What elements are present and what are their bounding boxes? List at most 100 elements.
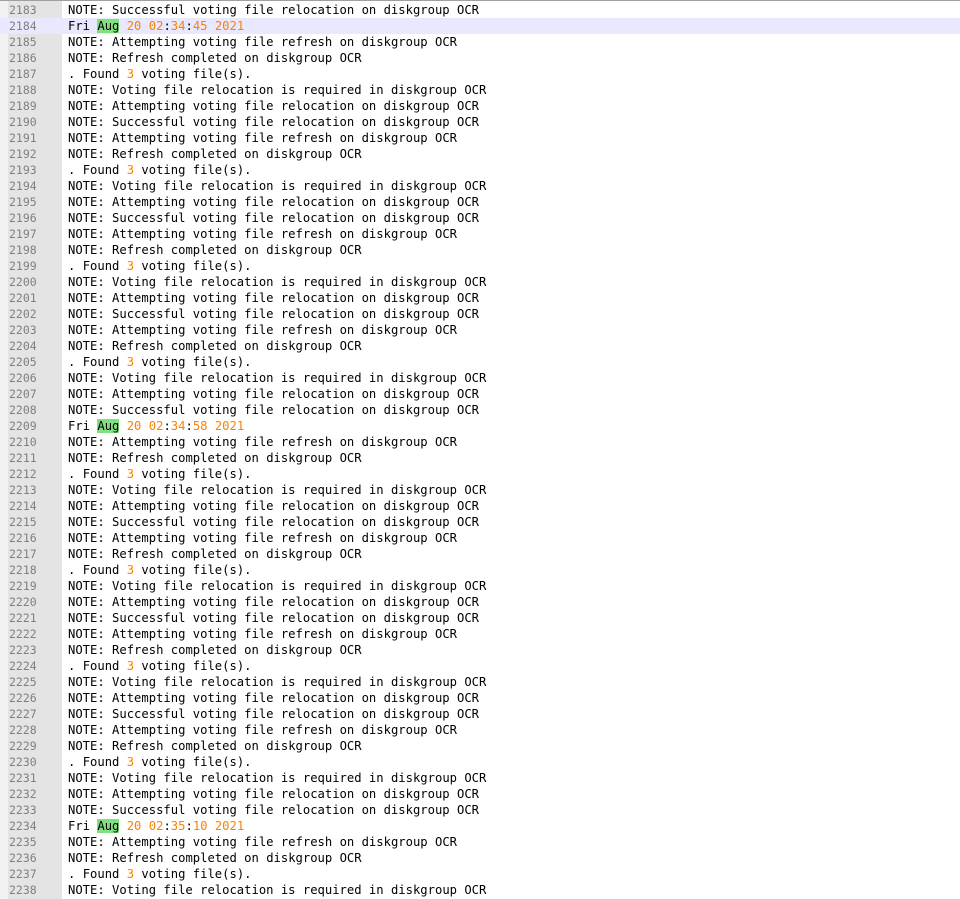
code-text: in (368, 275, 384, 289)
editor-line[interactable]: 2215 NOTE: Successful voting file relocat… (0, 514, 960, 530)
line-content: NOTE: Successful voting file relocation … (46, 802, 960, 818)
code-text: voting (141, 755, 186, 769)
code-text: : (97, 83, 113, 97)
editor-line[interactable]: 2195 NOTE: Attempting voting file relocat… (0, 194, 960, 210)
line-number: 2213 (9, 483, 37, 497)
code-text: diskgroup (383, 99, 450, 113)
editor-line[interactable]: 2230 . Found 3 voting file(s). (0, 754, 960, 770)
editor-line[interactable]: 2234 Fri Aug 20 02:35:10 2021 (0, 818, 960, 834)
editor-line[interactable]: 2224 . Found 3 voting file(s). (0, 658, 960, 674)
code-text: diskgroup (266, 243, 333, 257)
editor-line[interactable]: 2213 NOTE: Voting file relocation is requ… (0, 482, 960, 498)
code-text: file (244, 435, 274, 449)
editor-line[interactable]: 2209 Fri Aug 20 02:34:58 2021 (0, 418, 960, 434)
editor-line[interactable]: 2187 . Found 3 voting file(s). (0, 66, 960, 82)
code-text: on (361, 515, 377, 529)
editor-line[interactable]: 2193 . Found 3 voting file(s). (0, 162, 960, 178)
editor-line[interactable]: 2191 NOTE: Attempting voting file refresh… (0, 130, 960, 146)
code-text: OCR (339, 51, 362, 65)
code-text: file (244, 211, 274, 225)
editor-line[interactable]: 2201 NOTE: Attempting voting file relocat… (0, 290, 960, 306)
editor-line[interactable]: 2207 NOTE: Attempting voting file relocat… (0, 386, 960, 402)
line-number: 2226 (9, 691, 37, 705)
editor-line[interactable]: 2183 NOTE: Successful voting file relocat… (0, 2, 960, 18)
code-text: completed (170, 547, 237, 561)
editor-line[interactable]: 2216 NOTE: Attempting voting file refresh… (0, 530, 960, 546)
editor-line[interactable]: 2200 NOTE: Voting file relocation is requ… (0, 274, 960, 290)
number-token: 35 (170, 819, 186, 833)
editor-line[interactable]: 2222 NOTE: Attempting voting file refresh… (0, 626, 960, 642)
text-editor[interactable]: 2183 NOTE: Successful voting file relocat… (0, 0, 960, 899)
editor-line[interactable]: 2196 NOTE: Successful voting file relocat… (0, 210, 960, 226)
editor-line[interactable]: 2185 NOTE: Attempting voting file refresh… (0, 34, 960, 50)
editor-line[interactable]: 2186 NOTE: Refresh completed on diskgroup… (0, 50, 960, 66)
editor-line[interactable]: 2190 NOTE: Successful voting file relocat… (0, 114, 960, 130)
editor-line[interactable]: 2197 NOTE: Attempting voting file refresh… (0, 226, 960, 242)
code-text: NOTE (68, 835, 98, 849)
editor-line[interactable]: 2184 Fri Aug 20 02:34:45 2021 (0, 18, 960, 34)
editor-line[interactable]: 2220 NOTE: Attempting voting file relocat… (0, 594, 960, 610)
editor-line[interactable]: 2198 NOTE: Refresh completed on diskgroup… (0, 242, 960, 258)
editor-lines[interactable]: 2183 NOTE: Successful voting file relocat… (0, 2, 960, 898)
editor-line[interactable]: 2214 NOTE: Attempting voting file relocat… (0, 498, 960, 514)
editor-line[interactable]: 2218 . Found 3 voting file(s). (0, 562, 960, 578)
editor-line[interactable]: 2231 NOTE: Voting file relocation is requ… (0, 770, 960, 786)
editor-line[interactable]: 2235 NOTE: Attempting voting file refresh… (0, 834, 960, 850)
code-text: OCR (456, 691, 479, 705)
editor-line[interactable]: 2227 NOTE: Successful voting file relocat… (0, 706, 960, 722)
editor-line[interactable]: 2199 . Found 3 voting file(s). (0, 258, 960, 274)
editor-line[interactable]: 2225 NOTE: Voting file relocation is requ… (0, 674, 960, 690)
editor-line[interactable]: 2228 NOTE: Attempting voting file refresh… (0, 722, 960, 738)
editor-line[interactable]: 2205 . Found 3 voting file(s). (0, 354, 960, 370)
editor-line[interactable]: 2217 NOTE: Refresh completed on diskgroup… (0, 546, 960, 562)
editor-line[interactable]: 2221 NOTE: Successful voting file relocat… (0, 610, 960, 626)
editor-line[interactable]: 2204 NOTE: Refresh completed on diskgroup… (0, 338, 960, 354)
editor-line[interactable]: 2236 NOTE: Refresh completed on diskgroup… (0, 850, 960, 866)
code-text: refresh (280, 723, 333, 737)
editor-line[interactable]: 2232 NOTE: Attempting voting file relocat… (0, 786, 960, 802)
line-content: NOTE: Voting file relocation is required… (46, 82, 960, 98)
editor-line[interactable]: 2189 NOTE: Attempting voting file relocat… (0, 98, 960, 114)
editor-line[interactable]: 2229 NOTE: Refresh completed on diskgroup… (0, 738, 960, 754)
code-text: . (68, 867, 83, 881)
editor-line[interactable]: 2212 . Found 3 voting file(s). (0, 466, 960, 482)
editor-line[interactable]: 2202 NOTE: Successful voting file relocat… (0, 306, 960, 322)
editor-line[interactable]: 2203 NOTE: Attempting voting file refresh… (0, 322, 960, 338)
editor-line[interactable]: 2238 NOTE: Voting file relocation is requ… (0, 882, 960, 898)
editor-line[interactable]: 2206 NOTE: Voting file relocation is requ… (0, 370, 960, 386)
code-text: ). (236, 355, 252, 369)
editor-line[interactable]: 2210 NOTE: Attempting voting file refresh… (0, 434, 960, 450)
editor-line[interactable]: 2233 NOTE: Successful voting file relocat… (0, 802, 960, 818)
editor-line[interactable]: 2237 . Found 3 voting file(s). (0, 866, 960, 882)
editor-line[interactable]: 2192 NOTE: Refresh completed on diskgroup… (0, 146, 960, 162)
editor-line[interactable]: 2208 NOTE: Successful voting file relocat… (0, 402, 960, 418)
editor-line[interactable]: 2194 NOTE: Voting file relocation is requ… (0, 178, 960, 194)
code-text: ). (236, 163, 252, 177)
code-text: refresh (280, 627, 333, 641)
editor-line[interactable]: 2211 NOTE: Refresh completed on diskgroup… (0, 450, 960, 466)
code-text: file (244, 499, 274, 513)
code-text: voting (192, 387, 237, 401)
code-text: diskgroup (266, 643, 333, 657)
editor-line[interactable]: 2223 NOTE: Refresh completed on diskgroup… (0, 642, 960, 658)
code-text: Fri (68, 819, 91, 833)
code-text: : (97, 483, 113, 497)
editor-line[interactable]: 2219 NOTE: Voting file relocation is requ… (0, 578, 960, 594)
editor-line[interactable]: 2188 NOTE: Voting file relocation is requ… (0, 82, 960, 98)
code-text: diskgroup (266, 739, 333, 753)
code-text: : (163, 19, 171, 33)
line-number: 2188 (9, 83, 37, 97)
editor-line[interactable]: 2226 NOTE: Attempting voting file relocat… (0, 690, 960, 706)
